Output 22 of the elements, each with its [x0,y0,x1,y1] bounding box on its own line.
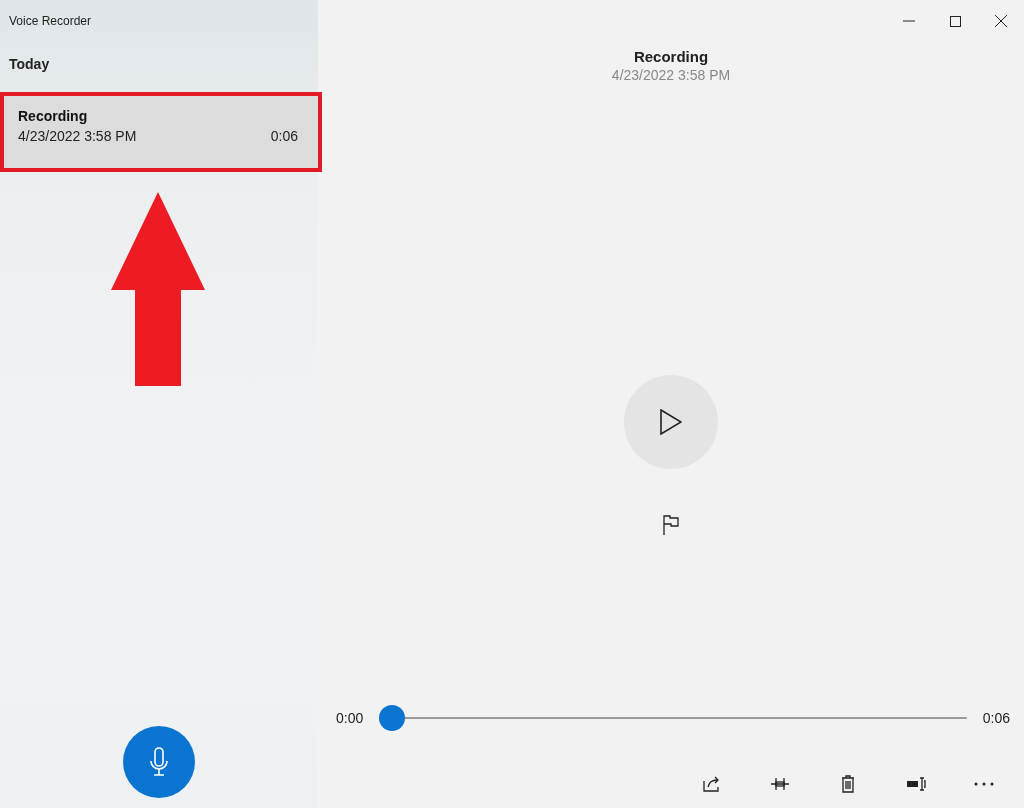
more-icon [974,782,994,786]
elapsed-time: 0:00 [336,710,364,726]
progress-thumb[interactable] [379,705,406,731]
recording-date: 4/23/2022 3:58 PM [611,67,731,83]
minimize-icon [903,20,915,22]
close-icon [995,15,1007,27]
trim-icon [770,776,790,792]
recording-title: Recording [18,108,89,124]
microphone-icon [149,747,169,777]
recording-duration: 0:06 [270,128,298,144]
play-icon [660,409,682,435]
maximize-icon [949,15,961,27]
recording-item[interactable]: Recording 4/23/2022 3:58 PM 0:06 [0,92,322,172]
recording-heading: Recording [633,48,709,65]
delete-icon [841,775,855,793]
section-header: Today [9,56,51,74]
share-icon [703,776,721,792]
window-title: Voice Recorder [8,13,93,30]
flag-icon [663,515,679,535]
rename-icon [906,776,926,792]
recording-date: 4/23/2022 3:58 PM [18,128,137,144]
total-time: 0:06 [982,710,1010,726]
